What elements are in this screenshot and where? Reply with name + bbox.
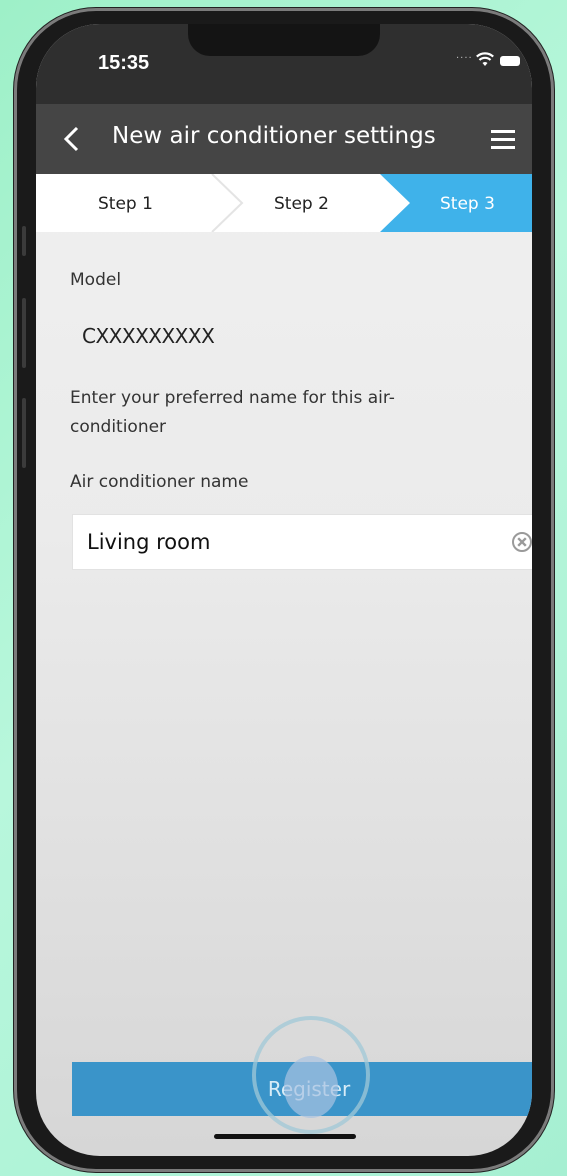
- status-bar: 15:35 ....: [36, 24, 532, 104]
- notch: [188, 24, 380, 56]
- clear-icon[interactable]: [511, 531, 532, 553]
- volume-up-button: [22, 298, 26, 368]
- status-time: 15:35: [98, 52, 150, 74]
- hamburger-menu-icon: [491, 129, 515, 133]
- model-label: Model: [70, 270, 122, 290]
- wifi-icon: [476, 52, 494, 66]
- phone-frame: 15:35 .... New air conditioner settings: [14, 8, 554, 1172]
- step-3-label: Step 3: [440, 194, 495, 214]
- chevron-left-icon: [63, 126, 79, 152]
- model-value: CXXXXXXXXX: [82, 324, 215, 348]
- page-title: New air conditioner settings: [112, 123, 436, 149]
- step-2-label: Step 2: [274, 194, 329, 214]
- back-button[interactable]: [52, 118, 92, 160]
- step-indicator: Step 1 Step 2 Step 3: [36, 174, 532, 232]
- register-button[interactable]: Register: [72, 1062, 532, 1116]
- battery-icon: [500, 56, 520, 66]
- name-field-label: Air conditioner name: [70, 472, 249, 492]
- silent-switch: [22, 226, 26, 256]
- signal-indicator: ....: [456, 50, 473, 61]
- name-field-container: [72, 514, 532, 570]
- screen: 15:35 .... New air conditioner settings: [36, 24, 532, 1156]
- air-conditioner-name-input[interactable]: [87, 525, 487, 559]
- home-indicator: [214, 1134, 356, 1139]
- volume-down-button: [22, 398, 26, 468]
- step-1-label: Step 1: [98, 194, 153, 214]
- header-bar: New air conditioner settings: [36, 104, 532, 174]
- instruction-text: Enter your preferred name for this air-c…: [70, 388, 395, 437]
- menu-button[interactable]: [486, 120, 522, 158]
